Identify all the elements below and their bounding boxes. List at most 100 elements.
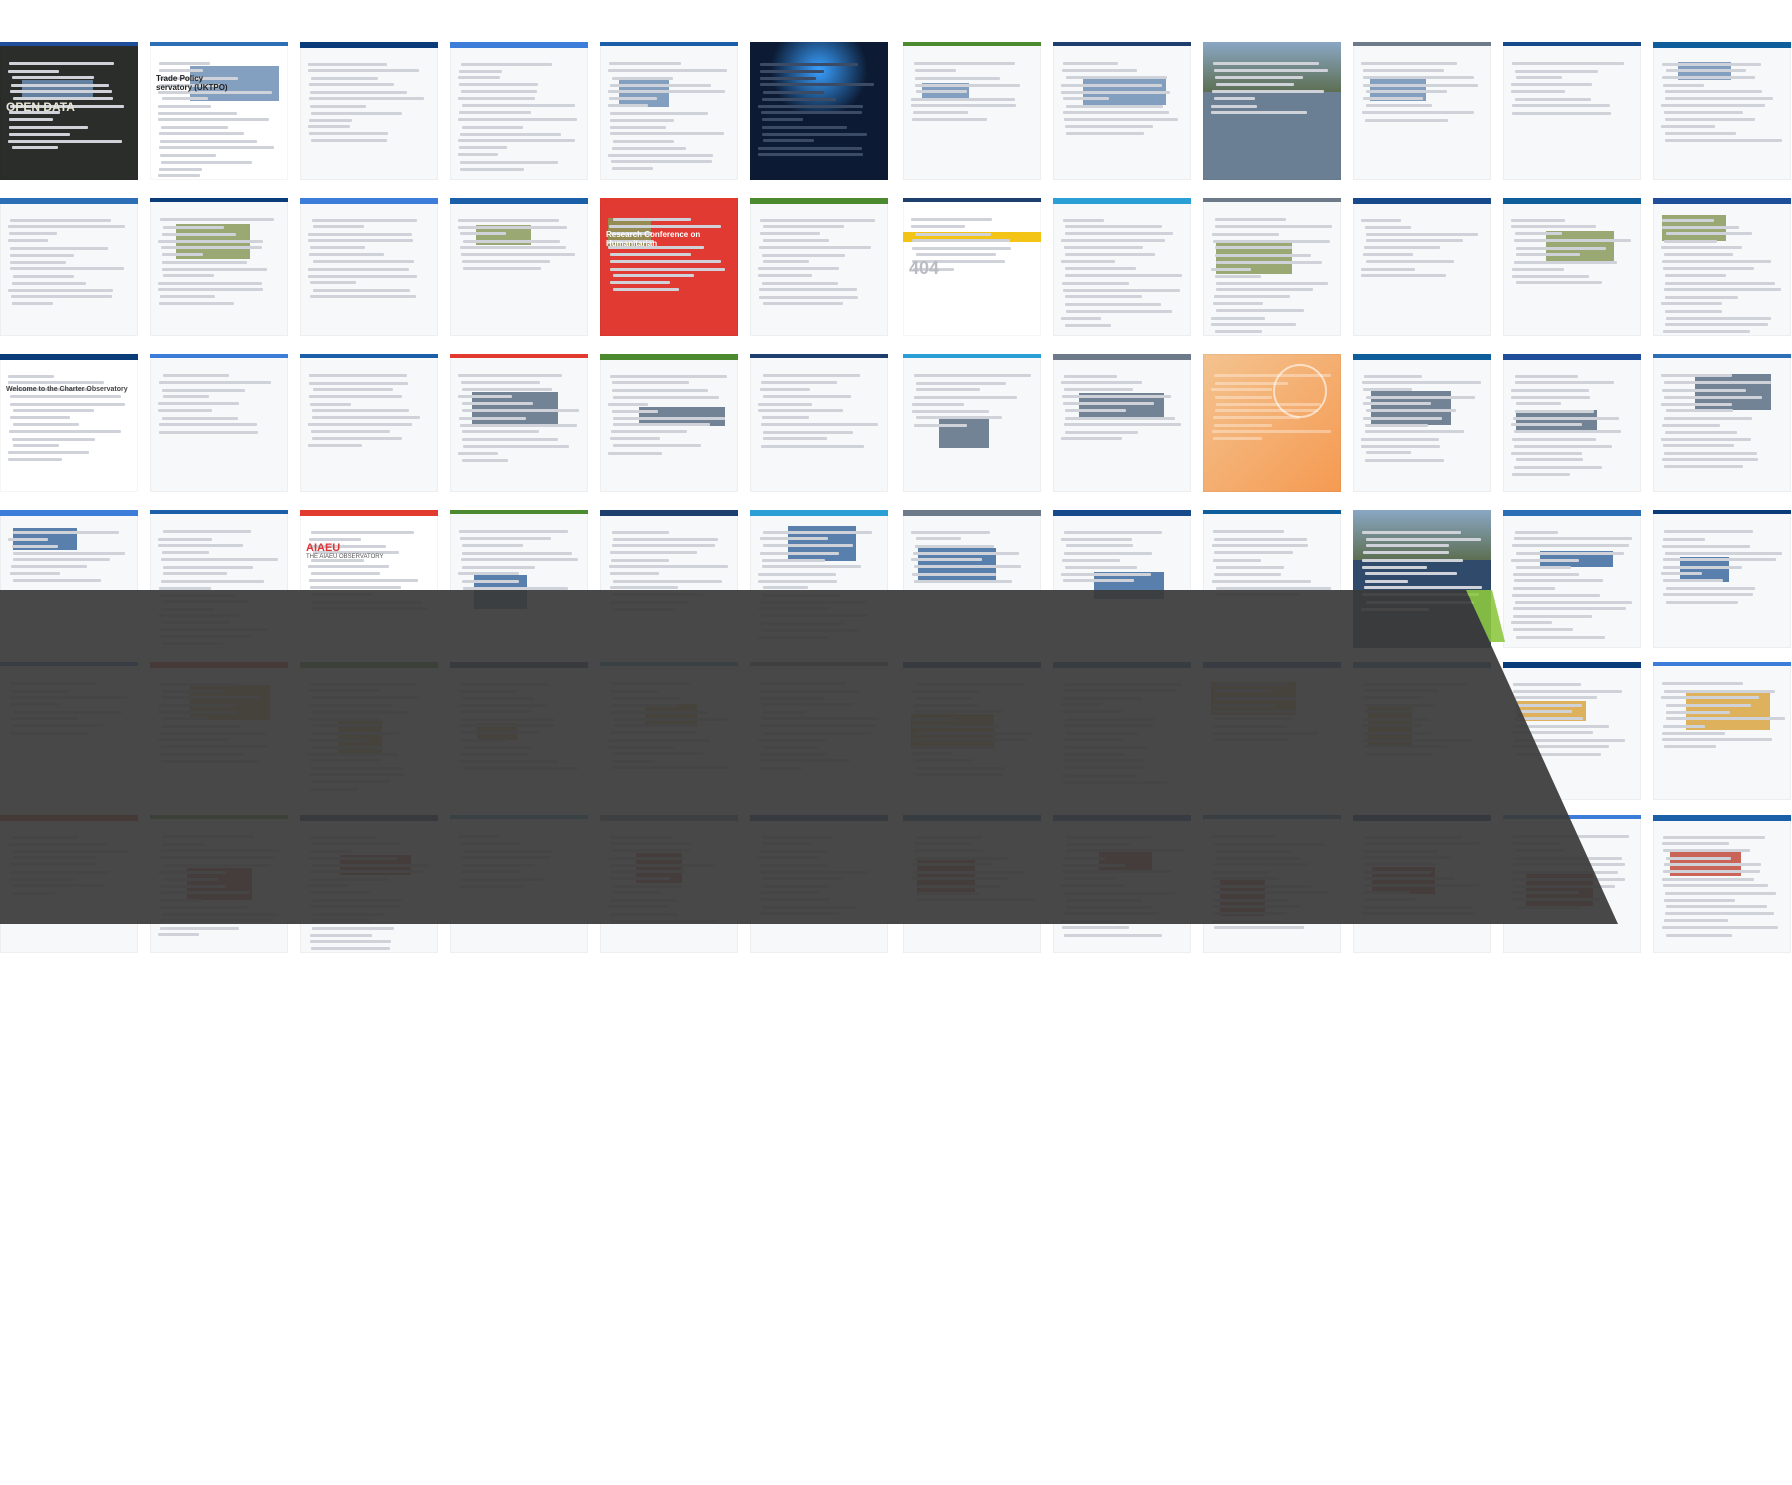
thumbnail-text-line xyxy=(1064,118,1178,121)
thumbnail-text-line xyxy=(612,167,653,170)
thumbnail-text-line xyxy=(1511,389,1589,392)
thumbnail-header xyxy=(1203,510,1341,514)
thumbnail-text-line xyxy=(1061,437,1122,440)
thumbnail-text-line xyxy=(1061,239,1165,242)
thumbnail-text-line xyxy=(608,104,648,107)
thumbnail-text-line xyxy=(460,232,506,235)
thumbnail-text-line xyxy=(762,118,803,121)
thumbnail-text-line xyxy=(1664,465,1743,468)
thumbnail-text-line xyxy=(1216,309,1304,312)
thumbnail-text-line xyxy=(1064,531,1162,534)
thumbnail-text-line xyxy=(313,388,393,391)
thumbnail-text-line xyxy=(612,531,669,534)
thumbnail-text-line xyxy=(159,302,234,305)
thumbnail-header xyxy=(0,198,138,204)
thumbnail-text-line xyxy=(1662,76,1755,79)
thumbnail-header xyxy=(150,510,288,514)
thumbnail-text-line xyxy=(763,395,851,398)
thumbnail-text-line xyxy=(162,261,247,264)
thumbnail-text-line xyxy=(760,77,816,80)
thumbnail-text-line xyxy=(1366,233,1478,236)
thumbnail-text-line xyxy=(608,90,725,93)
thumbnail-image xyxy=(1516,410,1597,430)
thumbnail-text-line xyxy=(1664,452,1757,455)
thumbnail-text-line xyxy=(463,267,541,270)
bullet-item: • From a data scientific point of view, m… xyxy=(100,1402,1500,1466)
thumbnail-text-line xyxy=(914,62,1015,65)
thumbnail-header xyxy=(1053,42,1191,46)
thumbnail-text-line xyxy=(162,268,267,271)
thumbnail-text-line xyxy=(911,98,1015,101)
thumbnail-text-line xyxy=(1365,572,1457,575)
thumbnail-text-line xyxy=(458,226,567,229)
thumbnail-text-line xyxy=(911,104,1016,107)
thumbnail-caption: AIAEU xyxy=(306,542,341,554)
thumbnail-text-line xyxy=(311,430,390,433)
thumbnail-text-line xyxy=(13,409,94,412)
thumbnail-text-line xyxy=(11,84,109,87)
thumbnail-text-line xyxy=(1061,260,1115,263)
thumbnail-text-line xyxy=(1511,559,1579,562)
thumbnail-text-line xyxy=(1216,83,1294,86)
thumbnail-text-line xyxy=(162,97,208,100)
thumbnail-text-line xyxy=(1515,232,1562,235)
thumbnail-text-line xyxy=(1061,84,1162,87)
thumbnail-text-line xyxy=(914,424,967,427)
thumbnail-text-line xyxy=(1066,310,1172,313)
thumbnail-text-line xyxy=(308,233,412,236)
thumbnail-text-line xyxy=(160,295,215,298)
thumbnail-text-line xyxy=(1066,105,1163,108)
thumbnail-text-line xyxy=(8,70,59,73)
thumbnail-text-line xyxy=(1063,111,1169,114)
thumbnail-text-line xyxy=(310,91,407,94)
thumbnail-text-line xyxy=(1512,438,1596,441)
thumbnail-text-line xyxy=(309,83,394,86)
thumbnail-text-line xyxy=(763,260,809,263)
thumbnail-text-line xyxy=(1662,926,1778,929)
thumbnail-text-line xyxy=(1065,274,1182,277)
thumbnail-text-line xyxy=(1664,530,1753,533)
thumbnail-text-line xyxy=(1362,559,1463,562)
thumbnail-header xyxy=(0,42,138,46)
thumbnail-text-line xyxy=(762,559,825,562)
thumbnail-text-line xyxy=(13,423,79,426)
thumbnail-text-line xyxy=(612,77,673,80)
thumbnail-text-line xyxy=(1664,288,1781,291)
thumbnail-text-line xyxy=(1516,281,1602,284)
thumbnail-text-line xyxy=(610,551,697,554)
thumbnail-text-line xyxy=(758,267,839,270)
thumbnail-text-line xyxy=(460,133,561,136)
website-thumbnail xyxy=(1653,42,1791,180)
thumbnail-text-line xyxy=(610,253,691,256)
thumbnail-text-line xyxy=(311,531,414,534)
thumbnail-text-line xyxy=(159,168,202,171)
thumbnail-text-line xyxy=(158,240,263,243)
thumbnail-text-line xyxy=(159,132,244,135)
thumbnail-text-line xyxy=(1365,424,1428,427)
thumbnail-text-line xyxy=(1511,90,1565,93)
thumbnail-header xyxy=(450,510,588,514)
thumbnail-text-line xyxy=(1064,246,1143,249)
thumbnail-text-line xyxy=(1063,219,1104,222)
website-thumbnail: 404 xyxy=(903,198,1041,336)
thumbnail-text-line xyxy=(12,545,58,548)
thumbnail-text-line xyxy=(163,395,209,398)
thumbnail-text-line xyxy=(1061,538,1132,541)
thumbnail-text-line xyxy=(1665,323,1768,326)
slide-title: Data Observatories xyxy=(100,1208,731,1282)
thumbnail-text-line xyxy=(1366,451,1411,454)
thumbnail-text-line xyxy=(1514,579,1603,582)
website-thumbnail xyxy=(300,42,438,180)
thumbnail-text-line xyxy=(13,579,101,582)
thumbnail-text-line xyxy=(158,933,199,936)
thumbnail-text-line xyxy=(308,125,350,128)
thumbnail-text-line xyxy=(1664,111,1743,114)
thumbnail-text-line xyxy=(13,275,74,278)
thumbnail-text-line xyxy=(1516,552,1624,555)
thumbnail-text-line xyxy=(158,538,212,541)
thumbnail-text-line xyxy=(12,302,53,305)
thumbnail-text-line xyxy=(762,98,836,101)
thumbnail-text-line xyxy=(310,295,416,298)
thumbnail-text-line xyxy=(1666,409,1733,412)
thumbnail-text-line xyxy=(1065,267,1136,270)
